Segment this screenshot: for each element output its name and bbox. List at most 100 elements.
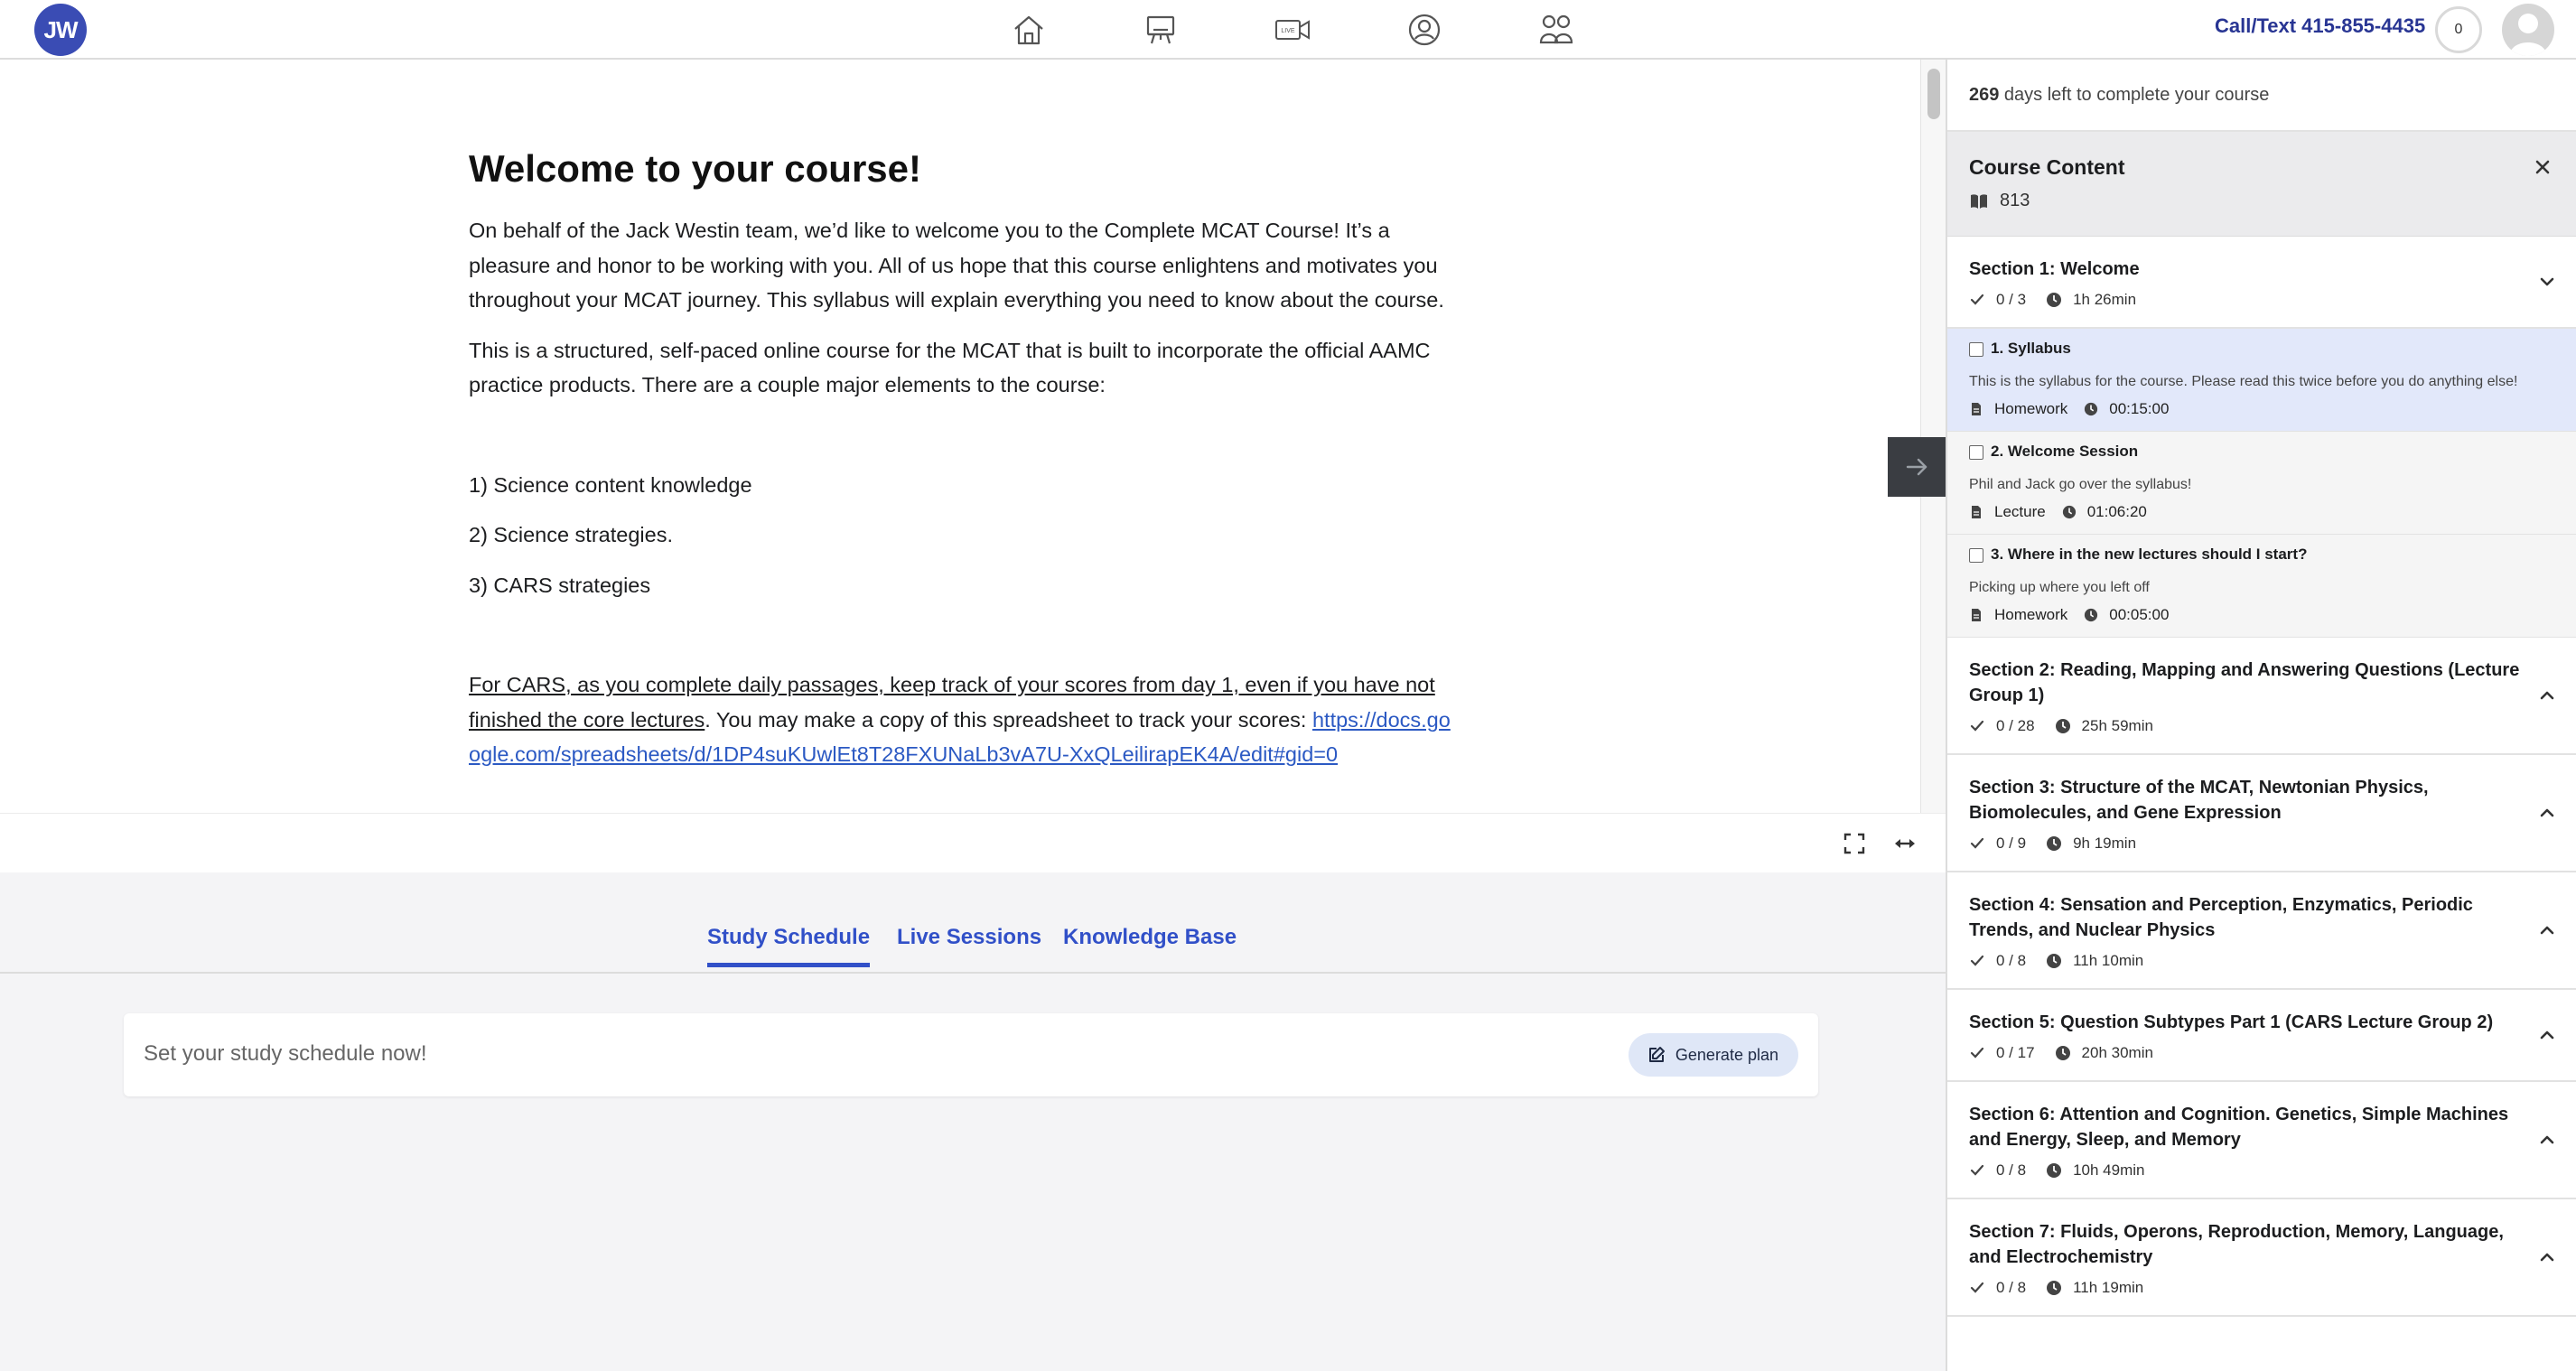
chevron-up-icon[interactable] (2536, 919, 2558, 941)
generate-plan-label: Generate plan (1675, 1045, 1778, 1064)
section-1[interactable]: Section 1: Welcome 0 / 3 1h 26min (1947, 237, 2576, 329)
section-meta: 0 / 9 9h 19min (1969, 835, 2522, 853)
lesson-checkbox[interactable] (1969, 445, 1983, 460)
chevron-up-icon[interactable] (2536, 685, 2558, 706)
lesson-item[interactable]: 1. Syllabus This is the syllabus for the… (1947, 329, 2576, 432)
document-icon (1972, 609, 1981, 621)
tab-study-schedule[interactable]: Study Schedule (707, 925, 871, 967)
clock-icon (2055, 1046, 2070, 1060)
course-content-header: Course Content 813 (1947, 132, 2576, 237)
toggle-sidebar-button[interactable] (1888, 437, 1946, 497)
section-duration: 9h 19min (2073, 835, 2137, 852)
section-title: Section 5: Question Subtypes Part 1 (CAR… (1969, 1012, 2494, 1032)
live-video-icon[interactable]: LIVE (1270, 7, 1315, 52)
lesson-description: Phil and Jack go over the syllabus! (1969, 477, 2192, 492)
section-title: Section 3: Structure of the MCAT, Newton… (1969, 778, 2429, 823)
fullscreen-icon (1843, 833, 1865, 854)
expand-width-button[interactable] (1888, 826, 1922, 861)
days-left-text: days left to complete your course (1999, 85, 2270, 105)
tab-live-sessions[interactable]: Live Sessions (897, 925, 1041, 963)
profile-icon[interactable] (1402, 7, 1447, 52)
section-3[interactable]: Section 3: Structure of the MCAT, Newton… (1947, 755, 2576, 872)
article-paragraph-cars: For CARS, as you complete daily passages… (469, 667, 1453, 772)
avatar-silhouette-icon (2509, 14, 2547, 56)
syllabus-article: Welcome to your course! On behalf of the… (469, 146, 1453, 788)
lesson-item[interactable]: 3. Where in the new lectures should I st… (1947, 535, 2576, 638)
chevron-up-icon[interactable] (2536, 1246, 2558, 1268)
course-content-title: Course Content (1969, 155, 2125, 179)
element-item-2: 2) Science strategies. (469, 523, 673, 546)
clock-icon (2047, 836, 2062, 851)
check-icon (1970, 1164, 1984, 1176)
clock-icon (2047, 1281, 2062, 1295)
contact-phone-link[interactable]: Call/Text 415-855-4435 (2215, 14, 2425, 38)
horizontal-arrows-icon (1895, 839, 1915, 848)
course-item-count-value: 813 (2000, 191, 2030, 210)
article-title: Welcome to your course! (469, 147, 922, 190)
tab-knowledge-base[interactable]: Knowledge Base (1063, 925, 1237, 963)
course-tools-area: Study Schedule Live Sessions Knowledge B… (0, 872, 1946, 1371)
lesson-description: This is the syllabus for the course. Ple… (1969, 374, 2518, 389)
section-7[interactable]: Section 7: Fluids, Operons, Reproduction… (1947, 1199, 2576, 1317)
generate-plan-button[interactable]: Generate plan (1628, 1033, 1798, 1077)
lesson-title: 2. Welcome Session (1991, 443, 2139, 460)
user-avatar[interactable] (2502, 4, 2554, 56)
lesson-description: Picking up where you left off (1969, 580, 2150, 595)
days-left-banner: 269 days left to complete your course (1947, 60, 2576, 132)
section-meta: 0 / 17 20h 30min (1969, 1044, 2522, 1062)
section-5[interactable]: Section 5: Question Subtypes Part 1 (CAR… (1947, 990, 2576, 1082)
coin-counter[interactable]: 0 (2435, 6, 2482, 53)
section-progress: 0 / 17 (1996, 1044, 2035, 1061)
lesson-title-row: 2. Welcome Session (1969, 443, 2554, 461)
section-meta: 0 / 8 10h 49min (1969, 1161, 2522, 1180)
chevron-up-icon[interactable] (2536, 1024, 2558, 1046)
section-meta: 0 / 3 1h 26min (1969, 291, 2522, 309)
chevron-up-icon[interactable] (2536, 802, 2558, 824)
document-icon (1972, 403, 1981, 415)
scrollbar-thumb[interactable] (1927, 69, 1940, 119)
check-icon (1970, 720, 1984, 732)
classroom-icon[interactable] (1138, 7, 1183, 52)
home-icon[interactable] (1006, 7, 1051, 52)
fullscreen-button[interactable] (1837, 826, 1871, 861)
chevron-up-icon[interactable] (2536, 1129, 2558, 1151)
arrow-right-icon (1906, 458, 1927, 476)
section-title: Section 6: Attention and Cognition. Gene… (1969, 1105, 2509, 1150)
section-6[interactable]: Section 6: Attention and Cognition. Gene… (1947, 1082, 2576, 1199)
check-icon (1970, 837, 1984, 849)
article-paragraph-structure: This is a structured, self-paced online … (469, 338, 1431, 397)
community-icon[interactable] (1534, 7, 1579, 52)
close-icon (2535, 160, 2550, 174)
clock-icon (2047, 1163, 2062, 1178)
clock-icon (2085, 402, 2098, 416)
section-2[interactable]: Section 2: Reading, Mapping and Answerin… (1947, 638, 2576, 755)
check-icon (1970, 294, 1984, 305)
content-scrollbar[interactable] (1920, 60, 1946, 813)
section-title: Section 4: Sensation and Perception, Enz… (1969, 895, 2473, 940)
section-duration: 1h 26min (2073, 291, 2137, 308)
days-left-count: 269 (1969, 85, 2000, 105)
edit-icon (1648, 1047, 1665, 1062)
lesson-checkbox[interactable] (1969, 548, 1983, 563)
clock-icon (2047, 954, 2062, 968)
lesson-item[interactable]: 2. Welcome Session Phil and Jack go over… (1947, 432, 2576, 535)
section-progress: 0 / 8 (1996, 1161, 2027, 1179)
chevron-down-icon[interactable] (2536, 271, 2558, 293)
section-duration: 11h 10min (2073, 952, 2144, 969)
close-sidebar-button[interactable] (2531, 155, 2554, 179)
lesson-title: 1. Syllabus (1991, 340, 2071, 357)
lesson-time: 00:15:00 (2109, 400, 2170, 417)
lesson-checkbox[interactable] (1969, 342, 1983, 357)
book-icon (1971, 193, 1987, 209)
lesson-title-row: 1. Syllabus (1969, 340, 2554, 358)
schedule-prompt: Set your study schedule now! (144, 1041, 427, 1066)
cars-text: . You may make a copy of this spreadshee… (705, 707, 1312, 732)
lesson-meta: Homework 00:05:00 (1969, 606, 2554, 624)
check-icon (1970, 1282, 1984, 1293)
clock-icon (2055, 719, 2070, 733)
section-4[interactable]: Section 4: Sensation and Perception, Enz… (1947, 872, 2576, 990)
section-progress: 0 / 8 (1996, 952, 2027, 969)
jw-logo[interactable]: JW (34, 4, 87, 56)
